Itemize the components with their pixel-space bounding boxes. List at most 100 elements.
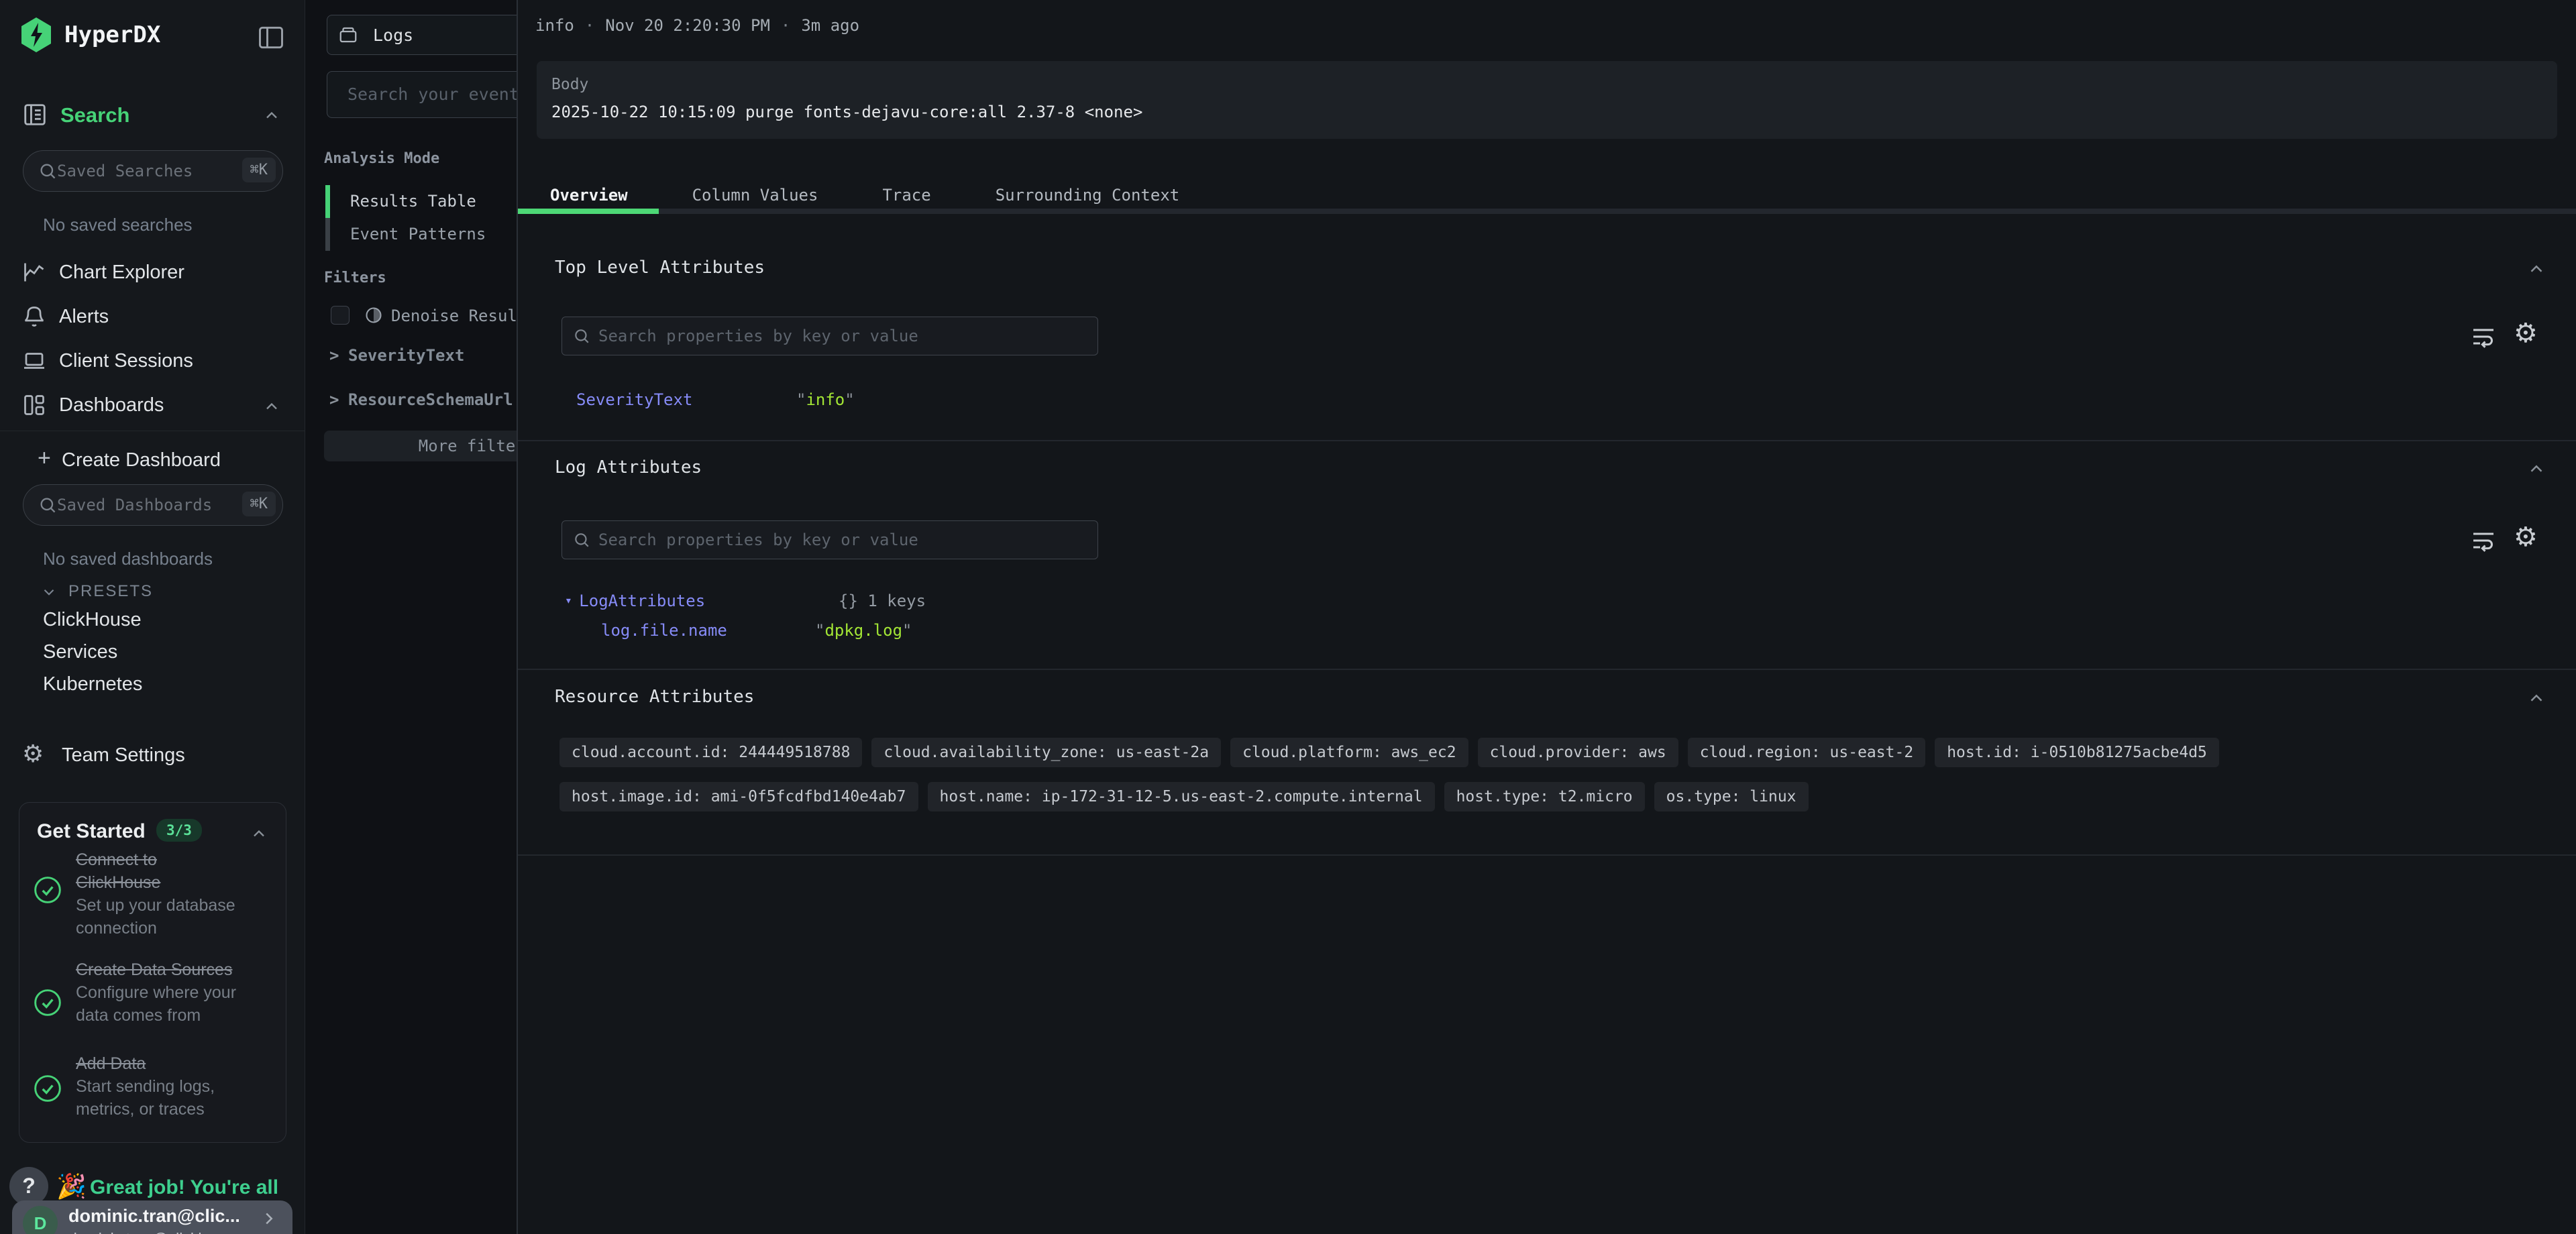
- avatar-initial: D: [34, 1213, 47, 1233]
- log-attributes-title: Log Attributes: [555, 457, 702, 478]
- create-dashboard-button[interactable]: + Create Dashboard: [0, 445, 305, 475]
- gear-icon: ⚙: [22, 740, 44, 768]
- section-divider: [518, 854, 2576, 856]
- bell-icon: [22, 304, 46, 329]
- party-popper-icon: 🎉: [56, 1172, 87, 1200]
- chevron-up-icon[interactable]: [2526, 259, 2546, 279]
- chevron-up-icon[interactable]: [262, 397, 281, 416]
- analysis-mode-label: Analysis Mode: [324, 150, 439, 167]
- resource-chip[interactable]: host.type: t2.micro: [1444, 782, 1645, 811]
- presets-label: PRESETS: [68, 582, 153, 601]
- resource-chip[interactable]: cloud.platform: aws_ec2: [1230, 738, 1468, 767]
- saved-searches-input[interactable]: ⌘K: [23, 150, 283, 192]
- saved-dashboards-input[interactable]: ⌘K: [23, 484, 283, 526]
- brand-name: HyperDX: [64, 21, 160, 48]
- sidebar-item-search[interactable]: Search: [0, 101, 305, 130]
- sidebar-item-client-sessions[interactable]: Client Sessions: [0, 347, 305, 377]
- resource-chip[interactable]: cloud.account.id: 244449518788: [559, 738, 862, 767]
- resource-chip[interactable]: host.image.id: ami-0f5fcdfbd140e4ab7: [559, 782, 918, 811]
- chevron-up-icon[interactable]: [2526, 459, 2546, 479]
- body-content: 2025-10-22 10:15:09 purge fonts-dejavu-c…: [551, 103, 1142, 121]
- sidebar: HyperDX Search ⌘K No saved searches Char…: [0, 0, 305, 1234]
- get-started-step-1[interactable]: Connect to ClickHouse Set up your databa…: [76, 848, 244, 940]
- log-attributes-search-input[interactable]: [561, 520, 1098, 559]
- section-divider: [518, 440, 2576, 441]
- sidebar-item-dashboards[interactable]: Dashboards: [0, 392, 305, 421]
- hyperdx-logo-icon: [20, 17, 52, 52]
- event-detail-drawer: info · Nov 20 2:20:30 PM · 3m ago Body 2…: [517, 0, 2576, 1234]
- archive-box-icon: [338, 25, 358, 45]
- tab-overview[interactable]: Overview: [518, 178, 660, 212]
- preset-item-services[interactable]: Services: [43, 641, 117, 663]
- top-level-attributes-title: Top Level Attributes: [555, 258, 765, 278]
- user-name: dominic.tran@clic...: [68, 1206, 240, 1227]
- attribute-tree-root: ▾ LogAttributes {} 1 keys: [565, 592, 705, 610]
- attribute-row-severitytext: SeverityText "info": [576, 390, 692, 409]
- attribute-row-log-file-name: log.file.name "dpkg.log": [601, 621, 727, 640]
- tab-column-values[interactable]: Column Values: [660, 178, 851, 212]
- wrap-lines-icon[interactable]: [2470, 323, 2497, 350]
- event-header: info · Nov 20 2:20:30 PM · 3m ago: [535, 16, 859, 35]
- denoise-label[interactable]: Denoise Results: [391, 306, 537, 325]
- body-card: Body 2025-10-22 10:15:09 purge fonts-dej…: [537, 61, 2557, 139]
- detail-tabs: Overview Column Values Trace Surrounding…: [518, 178, 1212, 212]
- resource-attributes-title: Resource Attributes: [555, 687, 754, 707]
- sidebar-item-team-settings[interactable]: ⚙ Team Settings: [0, 740, 305, 770]
- saved-searches-field[interactable]: [57, 162, 238, 180]
- event-timestamp: Nov 20 2:20:30 PM: [605, 16, 770, 35]
- separator-dot: ·: [585, 16, 594, 35]
- gear-icon[interactable]: ⚙: [2514, 318, 2538, 349]
- resource-chip[interactable]: cloud.provider: aws: [1478, 738, 1678, 767]
- get-started-progress-badge: 3/3: [156, 819, 202, 842]
- resource-chip[interactable]: os.type: linux: [1654, 782, 1809, 811]
- step-desc: Start sending logs, metrics, or traces: [76, 1075, 244, 1121]
- tab-surrounding-context[interactable]: Surrounding Context: [963, 178, 1212, 212]
- search-icon: [38, 496, 57, 514]
- presets-toggle[interactable]: PRESETS: [0, 579, 305, 604]
- attribute-key[interactable]: SeverityText: [576, 390, 692, 409]
- help-label: ?: [22, 1174, 36, 1198]
- team-settings-label: Team Settings: [62, 744, 185, 767]
- log-attributes-search-field[interactable]: [598, 530, 973, 549]
- attribute-key[interactable]: LogAttributes: [579, 592, 705, 610]
- sidebar-item-chart-explorer[interactable]: Chart Explorer: [0, 259, 305, 288]
- chevron-right-icon: >: [329, 390, 339, 409]
- sidebar-collapse-icon[interactable]: [256, 23, 286, 52]
- brand-row: HyperDX: [20, 17, 160, 52]
- user-account-button[interactable]: D dominic.tran@clic... dominic.tran@clic…: [12, 1200, 292, 1234]
- tab-underline-active: [518, 209, 659, 214]
- tab-trace[interactable]: Trace: [850, 178, 963, 212]
- celebration-text: Great job! You're all: [90, 1176, 278, 1199]
- resource-chip[interactable]: cloud.region: us-east-2: [1688, 738, 1926, 767]
- chart-icon: [22, 260, 46, 284]
- preset-item-clickhouse[interactable]: ClickHouse: [43, 609, 142, 631]
- tree-expand-icon[interactable]: ▾: [565, 594, 572, 608]
- get-started-step-2[interactable]: Create Data Sources Configure where your…: [76, 958, 250, 1027]
- check-circle-icon: [33, 988, 62, 1017]
- chevron-up-icon[interactable]: [262, 106, 281, 125]
- resource-chip[interactable]: host.name: ip-172-31-12-5.us-east-2.comp…: [928, 782, 1435, 811]
- wrap-lines-icon[interactable]: [2470, 527, 2497, 554]
- gear-icon[interactable]: ⚙: [2514, 522, 2538, 553]
- chevron-up-icon[interactable]: [250, 824, 268, 843]
- preset-item-kubernetes[interactable]: Kubernetes: [43, 673, 142, 695]
- chevron-up-icon[interactable]: [2526, 688, 2546, 708]
- contrast-icon: [364, 306, 383, 325]
- mode-results-table[interactable]: Results Table: [325, 185, 476, 218]
- sidebar-item-alerts[interactable]: Alerts: [0, 303, 305, 333]
- top-level-search-field[interactable]: [598, 327, 973, 345]
- search-section-icon: [22, 102, 48, 127]
- denoise-checkbox[interactable]: [331, 306, 350, 325]
- body-label: Body: [551, 76, 588, 93]
- severity-text: info: [535, 16, 574, 35]
- attribute-key[interactable]: log.file.name: [601, 621, 727, 640]
- resource-chip[interactable]: cloud.availability_zone: us-east-2a: [871, 738, 1221, 767]
- resource-chip[interactable]: host.id: i-0510b81275acbe4d5: [1935, 738, 2219, 767]
- top-level-search-input[interactable]: [561, 317, 1098, 355]
- saved-dashboards-field[interactable]: [57, 496, 238, 514]
- mode-event-patterns[interactable]: Event Patterns: [325, 218, 486, 251]
- attribute-value: "info": [796, 390, 855, 409]
- filters-label: Filters: [324, 270, 386, 286]
- get-started-step-3[interactable]: Add Data Start sending logs, metrics, or…: [76, 1052, 244, 1121]
- separator-dot: ·: [781, 16, 790, 35]
